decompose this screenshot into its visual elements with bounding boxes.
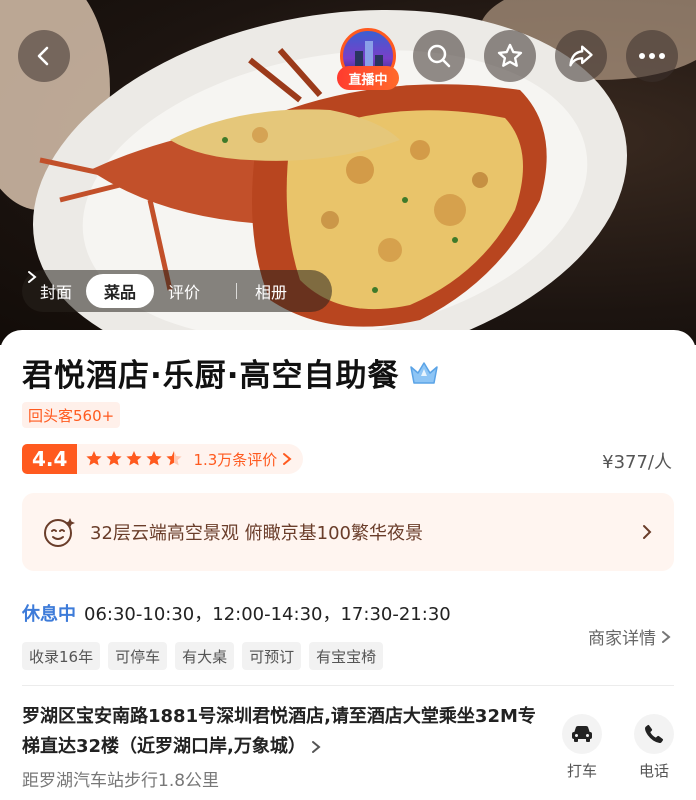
chevron-right-icon (283, 453, 292, 465)
chevron-left-icon (37, 46, 49, 66)
open-status: 休息中 (22, 604, 76, 625)
share-icon (569, 45, 593, 67)
review-count: 1.3万条评价 (193, 450, 278, 469)
car-icon-wrap (562, 714, 602, 754)
tab-reviews[interactable]: 评价 (154, 274, 214, 308)
stars-icon (86, 451, 183, 466)
taxi-label: 打车 (566, 762, 597, 780)
chevron-right-icon (28, 271, 37, 283)
distance-text: 距罗湖汽车站步行1.8公里 (22, 771, 220, 791)
favorite-button[interactable] (484, 30, 536, 82)
share-button[interactable] (555, 30, 607, 82)
phone-icon (645, 724, 664, 744)
live-badge[interactable]: 直播中 (337, 66, 399, 90)
merchant-detail-label: 商家详情 (588, 629, 656, 649)
phone-icon-wrap (634, 714, 674, 754)
call-button[interactable]: 电话 (624, 714, 684, 781)
taxi-button[interactable]: 打车 (552, 714, 612, 781)
promo-text: 32层云端高空景观 俯瞰京基100繁华夜景 (90, 523, 423, 544)
repeat-customer-tag: 回头客560+ (22, 402, 121, 428)
car-icon (572, 726, 592, 742)
chevron-right-icon (643, 525, 652, 539)
address-text: 罗湖区宝安南路1881号深圳君悦酒店,请至酒店大堂乘坐32M专梯直达32楼（近罗… (22, 706, 536, 757)
feature-tag: 有宝宝椅 (309, 642, 384, 670)
feature-tag: 收录16年 (22, 642, 101, 670)
title-row: 君悦酒店·乐厨·高空自助餐 (22, 350, 440, 395)
feature-tag: 有大桌 (175, 642, 235, 670)
chevron-right-icon (662, 630, 671, 643)
tab-album[interactable]: 相册 (28, 271, 301, 308)
more-button[interactable] (626, 30, 678, 82)
crown-badge-icon (409, 361, 438, 384)
call-label: 电话 (638, 762, 669, 780)
hero-photo[interactable]: 直播中 封面 菜品 评价 相册 (0, 0, 696, 345)
search-icon (427, 44, 451, 68)
rating-details: 1.3万条评价 (77, 444, 304, 474)
chevron-right-icon (311, 741, 321, 753)
divider (22, 685, 674, 686)
search-button[interactable] (413, 30, 465, 82)
feature-tags: 收录16年 可停车 有大桌 可预订 有宝宝椅 (22, 642, 391, 670)
tab-album-label: 相册 (255, 283, 288, 302)
star-outline-icon (497, 43, 523, 67)
smiley-sparkle-icon (44, 518, 75, 547)
restaurant-name: 君悦酒店·乐厨·高空自助餐 (22, 358, 400, 394)
price-per-person: ¥377/人 (602, 452, 672, 473)
business-hours: 休息中 06:30-10:30，12:00-14:30，17:30-21:30 (22, 600, 451, 626)
opening-times: 06:30-10:30，12:00-14:30，17:30-21:30 (84, 604, 451, 625)
tab-divider (236, 283, 238, 299)
rating-row[interactable]: 4.4 1.3万条评价 (22, 444, 304, 474)
address-link[interactable]: 罗湖区宝安南路1881号深圳君悦酒店,请至酒店大堂乘坐32M专梯直达32楼（近罗… (22, 702, 542, 762)
merchant-detail-link[interactable]: 商家详情 (588, 624, 672, 649)
promo-banner[interactable]: 32层云端高空景观 俯瞰京基100繁华夜景 (22, 493, 674, 571)
rating-score: 4.4 (22, 444, 78, 474)
feature-tag: 可预订 (242, 642, 302, 670)
more-dots-icon (639, 53, 665, 59)
media-tabs: 封面 菜品 评价 相册 (22, 270, 332, 312)
back-button[interactable] (18, 30, 70, 82)
info-card: 君悦酒店·乐厨·高空自助餐 回头客560+ 4.4 1.3万条评价 ¥377/人… (0, 330, 696, 800)
star-rating (85, 450, 185, 468)
feature-tag: 可停车 (108, 642, 168, 670)
tab-dishes[interactable]: 菜品 (86, 274, 155, 308)
